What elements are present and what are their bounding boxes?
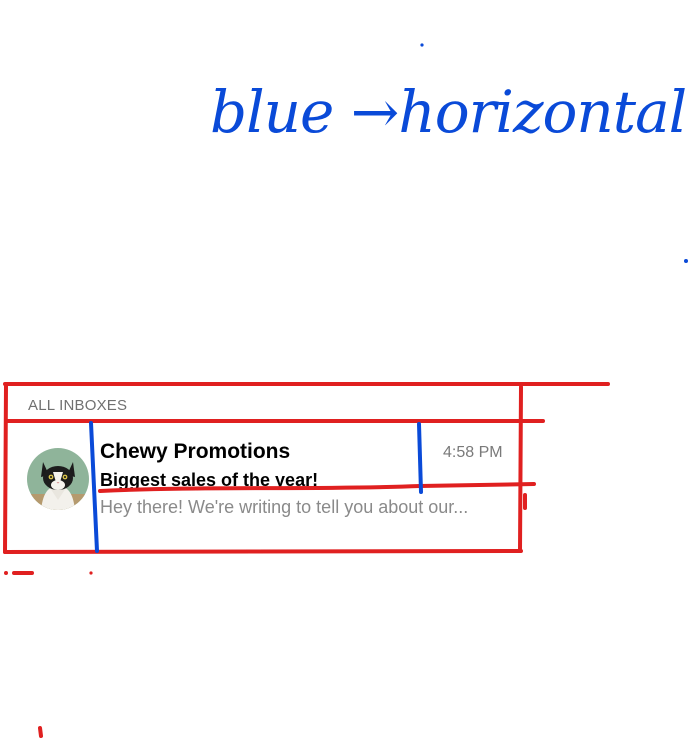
sender-name: Chewy Promotions — [100, 440, 291, 463]
red-outline-bottom — [3, 549, 523, 554]
message-time: 4:58 PM — [443, 444, 503, 461]
blue-ink-dot — [684, 259, 688, 263]
blue-ink-dot — [420, 43, 424, 47]
sender-avatar — [27, 448, 89, 510]
red-tick-mark — [38, 726, 43, 738]
red-ink-dot — [89, 571, 93, 575]
message-preview: Hey there! We're writing to tell you abo… — [100, 497, 469, 517]
red-outline-right — [518, 385, 523, 553]
section-header-all-inboxes: ALL INBOXES — [28, 397, 128, 414]
markup-overlay: blue →horizontal — [3, 43, 688, 738]
cat-photo-avatar-icon — [27, 448, 89, 510]
red-ink-dot — [4, 571, 8, 575]
message-row[interactable]: Chewy Promotions 4:58 PM Biggest sales o… — [22, 430, 512, 540]
message-subject: Biggest sales of the year! — [100, 470, 319, 490]
red-outline-left — [3, 384, 8, 554]
handwritten-note: blue →horizontal — [210, 78, 686, 146]
